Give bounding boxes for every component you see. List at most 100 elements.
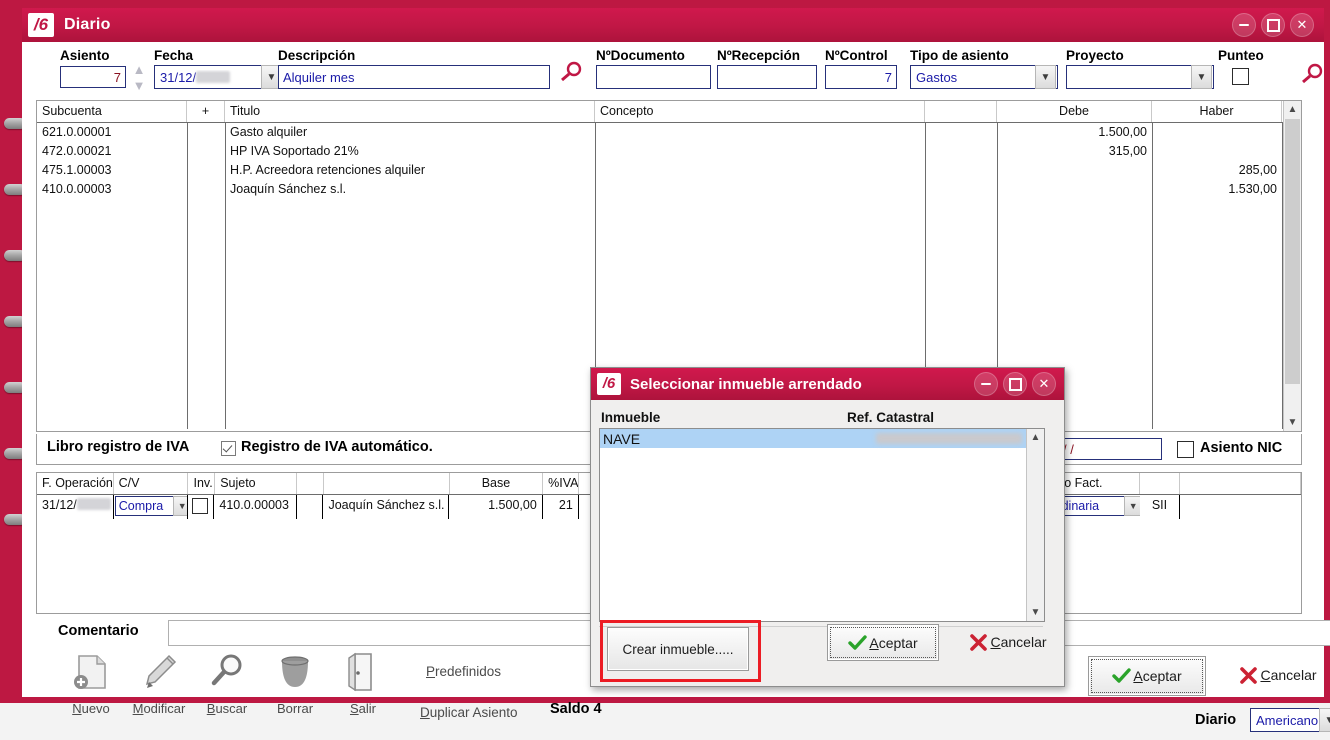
modificar-button[interactable]: Modificar	[124, 650, 194, 716]
tipo-asiento-select[interactable]: Gastos ▼	[910, 65, 1058, 89]
cell-titulo: Joaquín Sánchez s.l.	[230, 182, 347, 196]
diario-select[interactable]: Americano ▼	[1250, 708, 1330, 732]
window-frame-right	[1324, 0, 1330, 703]
cross-icon	[1240, 666, 1258, 684]
descripcion-input[interactable]	[278, 65, 550, 89]
pencil-icon	[145, 654, 177, 688]
entries-grid-header: Subcuenta + Titulo Concepto Debe Haber	[37, 101, 1301, 123]
col-blank	[925, 101, 997, 122]
iva-auto-checkbox[interactable]	[221, 441, 236, 456]
duplicar-asiento-button[interactable]: Duplicar Asiento	[420, 705, 518, 720]
nic-date-input[interactable]: / /	[1057, 438, 1162, 460]
cell-fecha-operacion: 31/12/	[42, 498, 77, 512]
list-item-label: NAVE	[603, 430, 641, 447]
punteo-search-icon[interactable]	[1298, 62, 1324, 86]
spinner-up-icon[interactable]: ▲	[130, 62, 148, 78]
cell-plus	[187, 161, 225, 180]
cell-titulo: Gasto alquiler	[230, 125, 308, 139]
numrecepcion-input[interactable]	[717, 65, 817, 89]
col-inv: Inv.	[188, 473, 216, 494]
buscar-label: Buscar	[206, 701, 248, 716]
magnifier-icon	[211, 654, 242, 686]
scroll-up-icon[interactable]: ▲	[1284, 101, 1301, 118]
proyecto-label: Proyecto	[1066, 48, 1124, 63]
borrar-button[interactable]: Borrar	[260, 650, 330, 716]
salir-button[interactable]: Salir	[328, 650, 398, 716]
cell-base: 1.500,00	[449, 495, 543, 519]
cell-sii: SII	[1140, 495, 1180, 519]
inv-checkbox[interactable]	[192, 498, 209, 514]
tipo-asiento-label: Tipo de asiento	[910, 48, 1009, 63]
table-row[interactable]: 621.0.00001 Gasto alquiler 1.500,00	[37, 123, 1301, 142]
table-row[interactable]: 410.0.00003 Joaquín Sánchez s.l. 1.530,0…	[37, 180, 1301, 199]
spinner-down-icon[interactable]: ▼	[130, 78, 148, 94]
nuevo-button[interactable]: Nuevo	[56, 650, 126, 716]
cv-select[interactable]: Compra ▼	[114, 496, 188, 516]
col-subcuenta: Subcuenta	[37, 101, 187, 122]
descripcion-search-icon[interactable]	[557, 60, 583, 84]
asiento-input[interactable]	[60, 66, 126, 88]
asiento-nic-checkbox[interactable]	[1177, 441, 1194, 458]
cross-icon	[970, 633, 988, 651]
predefinidos-button[interactable]: Predefinidos	[426, 664, 501, 679]
window-controls: ✕	[1232, 13, 1314, 37]
maximize-icon[interactable]	[1003, 372, 1027, 396]
numdocumento-input[interactable]	[596, 65, 711, 89]
cell-plus	[187, 142, 225, 161]
buscar-button[interactable]: Buscar	[192, 650, 262, 716]
table-row[interactable]: 475.1.00003 H.P. Acreedora retenciones a…	[37, 161, 1301, 180]
numcontrol-input[interactable]	[825, 65, 897, 89]
scrollbar-thumb[interactable]	[1285, 119, 1300, 384]
cell-iva: 21	[543, 495, 579, 519]
minimize-icon[interactable]	[974, 372, 998, 396]
list-item[interactable]: NAVE	[600, 429, 1044, 448]
punteo-label: Punteo	[1218, 48, 1264, 63]
minimize-icon[interactable]	[1232, 13, 1256, 37]
maximize-icon[interactable]	[1261, 13, 1285, 37]
cell-subcuenta: 410.0.00003	[42, 182, 112, 196]
cell-plus	[187, 123, 225, 142]
trash-icon	[281, 656, 309, 687]
header-field-row: Asiento ▲ ▼ Fecha 31/12/ ▼ Descripción N…	[36, 44, 1323, 96]
chevron-down-icon[interactable]: ▼	[1191, 65, 1212, 89]
door-icon	[348, 652, 372, 692]
punteo-checkbox[interactable]	[1232, 68, 1249, 85]
borrar-label: Borrar	[276, 701, 314, 716]
dialog-aceptar-button[interactable]: Aceptar	[827, 624, 939, 661]
predefinidos-label-rest: redefinidos	[435, 664, 502, 679]
scroll-up-icon[interactable]: ▲	[1027, 429, 1044, 446]
dialog-cancelar-button[interactable]: Cancelar	[953, 630, 1063, 654]
property-list[interactable]: NAVE ▲ ▼	[599, 428, 1045, 622]
cell-subcuenta: 472.0.00021	[42, 144, 112, 158]
cell-subcuenta: 621.0.00001	[42, 125, 112, 139]
scroll-down-icon[interactable]: ▼	[1284, 414, 1301, 431]
col-titulo: Titulo	[225, 101, 595, 122]
close-icon[interactable]: ✕	[1290, 13, 1314, 37]
window-frame-top	[0, 0, 1330, 8]
action-toolbar: Nuevo Modificar Buscar Borrar Salir Pred…	[56, 650, 576, 740]
window-title: Diario	[64, 16, 111, 33]
entries-grid-scrollbar[interactable]: ▲ ▼	[1283, 101, 1301, 431]
chevron-down-icon[interactable]: ▼	[1319, 708, 1330, 732]
aceptar-button[interactable]: Aceptar	[1088, 656, 1206, 696]
crear-inmueble-button[interactable]: Crear inmueble.....	[607, 627, 749, 671]
cancelar-button[interactable]: Cancelar	[1218, 663, 1330, 687]
asiento-spinner[interactable]: ▲ ▼	[130, 62, 148, 96]
cell-haber: 285,00	[1238, 163, 1277, 177]
chevron-down-icon[interactable]: ▼	[1123, 496, 1141, 516]
chevron-down-icon[interactable]: ▼	[172, 496, 188, 516]
fecha-redacted	[196, 70, 231, 83]
numcontrol-label: NºControl	[825, 48, 888, 63]
close-icon[interactable]: ✕	[1032, 372, 1056, 396]
col-base: Base	[450, 473, 544, 494]
dialog-column-headers: Inmueble Ref. Catastral	[599, 408, 1049, 428]
table-row[interactable]: 472.0.00021 HP IVA Soportado 21% 315,00	[37, 142, 1301, 161]
proyecto-select[interactable]: ▼	[1066, 65, 1214, 89]
fecha-input[interactable]: 31/12/ ▼	[154, 65, 284, 89]
property-list-scrollbar[interactable]: ▲ ▼	[1026, 429, 1044, 621]
tipo-asiento-value: Gastos	[916, 69, 958, 85]
salir-label: Salir	[349, 701, 376, 716]
chevron-down-icon[interactable]: ▼	[1035, 65, 1056, 89]
scroll-down-icon[interactable]: ▼	[1027, 604, 1044, 621]
col-sujeto: Sujeto	[215, 473, 298, 494]
